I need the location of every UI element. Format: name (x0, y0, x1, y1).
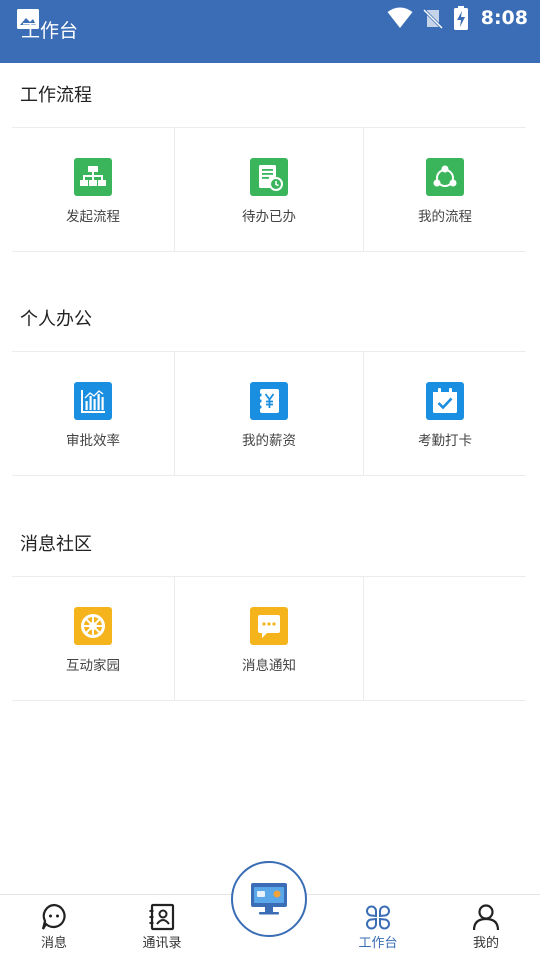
org-chart-icon (80, 166, 106, 186)
chat-icon (41, 903, 66, 930)
tile (250, 158, 288, 196)
workflow-grid: 发起流程 待办已办 我的流程 (12, 127, 526, 252)
grid-item-my-salary[interactable]: 我的薪资 (175, 352, 364, 475)
tab-label: 消息 (40, 936, 67, 951)
grid-item-label: 互动家园 (66, 658, 120, 674)
clock: 8:08 (480, 7, 528, 29)
grid-icon (366, 905, 390, 930)
calendar-check-icon (433, 388, 457, 413)
section-title-message-community: 消息社区 (20, 534, 92, 555)
tile (74, 158, 112, 196)
section-title-workflow: 工作流程 (20, 85, 92, 106)
chat-bubble-icon (258, 615, 280, 638)
grid-item-label: 考勤打卡 (418, 433, 472, 449)
battery-charging-icon (453, 6, 468, 30)
personal-office-grid: 审批效率 我的薪资 考勤打卡 (12, 351, 526, 476)
tab-me[interactable]: 我的 (446, 895, 526, 961)
grid-item-my-process[interactable]: 我的流程 (364, 128, 526, 251)
page-title: 工作台 (21, 20, 79, 42)
monitor-icon (251, 883, 287, 915)
section-title-personal-office: 个人办公 (20, 309, 92, 330)
tab-messages[interactable]: 消息 (14, 895, 94, 961)
yen-icon (258, 389, 279, 413)
tab-contacts[interactable]: 通讯录 (122, 895, 202, 961)
grid-item-label: 发起流程 (66, 209, 120, 225)
wheel-icon (81, 614, 105, 638)
message-community-grid: 互动家园 消息通知 (12, 576, 526, 701)
tile (250, 382, 288, 420)
grid-item-start-process[interactable]: 发起流程 (12, 128, 175, 251)
bar-chart-icon (81, 390, 105, 413)
grid-item-label: 消息通知 (242, 658, 296, 674)
tile (250, 607, 288, 645)
person-icon (472, 904, 500, 931)
grid-item-label: 审批效率 (66, 433, 120, 449)
grid-item-label: 待办已办 (242, 209, 296, 225)
no-signal-icon (422, 8, 443, 29)
grid-item-attendance[interactable]: 考勤打卡 (364, 352, 526, 475)
grid-item-message-notice[interactable]: 消息通知 (175, 577, 364, 700)
tab-label: 我的 (472, 936, 499, 951)
tile (74, 382, 112, 420)
tab-label: 通讯录 (142, 936, 182, 951)
grid-item-empty (364, 577, 526, 700)
app-header: 工作台 8:08 (0, 0, 540, 63)
tile (426, 158, 464, 196)
tab-label: 工作台 (358, 936, 398, 951)
wifi-icon (387, 7, 413, 28)
grid-item-interactive-home[interactable]: 互动家园 (12, 577, 175, 700)
center-workbench-button[interactable] (231, 861, 307, 937)
document-clock-icon (259, 165, 283, 191)
tile (74, 607, 112, 645)
grid-item-approval-efficiency[interactable]: 审批效率 (12, 352, 175, 475)
status-bar: 8:08 (387, 5, 528, 31)
grid-item-label: 我的流程 (418, 209, 472, 225)
grid-item-todo-done[interactable]: 待办已办 (175, 128, 364, 251)
tile (426, 382, 464, 420)
tab-workbench[interactable]: 工作台 (338, 895, 418, 961)
grid-item-label: 我的薪资 (242, 433, 296, 449)
contacts-icon (149, 903, 175, 931)
share-cycle-icon (433, 165, 457, 187)
